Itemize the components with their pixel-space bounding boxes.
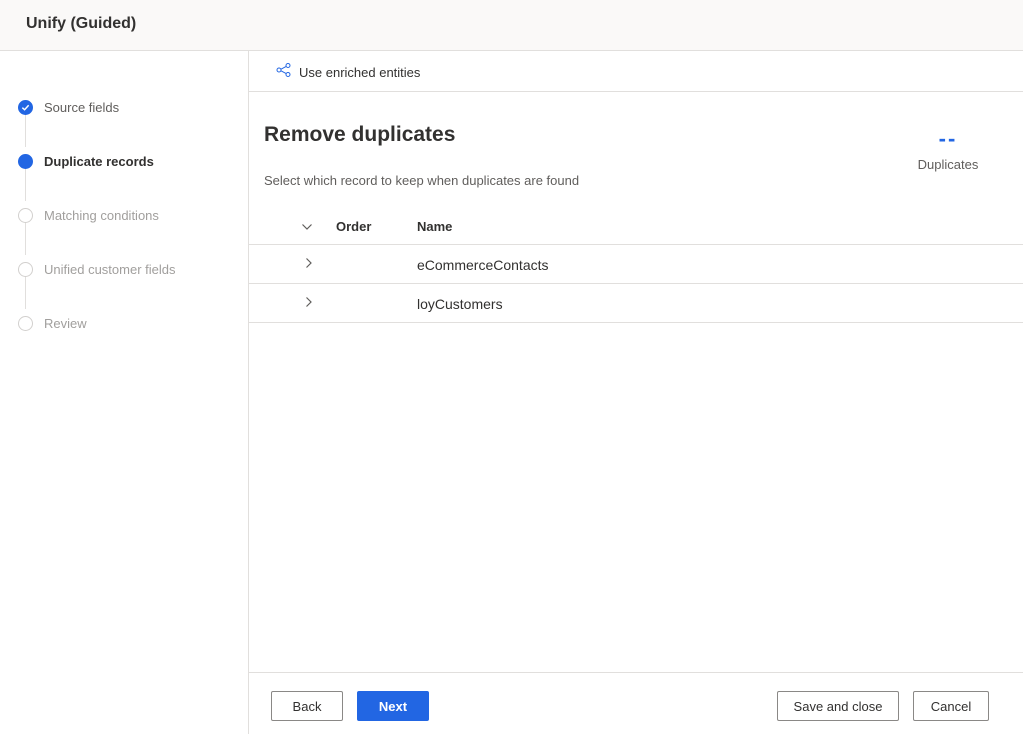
step-unified-customer-fields[interactable]: Unified customer fields bbox=[18, 259, 176, 279]
row-name: loyCustomers bbox=[417, 296, 503, 312]
step-source-fields[interactable]: Source fields bbox=[18, 97, 119, 117]
pending-step-icon bbox=[18, 207, 33, 223]
step-connector bbox=[25, 222, 26, 255]
save-and-close-button[interactable]: Save and close bbox=[777, 691, 899, 721]
step-label: Unified customer fields bbox=[44, 261, 176, 277]
step-duplicate-records[interactable]: Duplicate records bbox=[18, 151, 154, 171]
step-navigation: Source fields Duplicate records Matching… bbox=[0, 51, 249, 734]
expand-row-chevron-icon[interactable] bbox=[302, 295, 318, 311]
current-step-icon bbox=[18, 153, 33, 169]
column-header-name[interactable]: Name bbox=[417, 219, 452, 234]
step-label: Source fields bbox=[44, 99, 120, 115]
table-row[interactable]: loyCustomers bbox=[249, 284, 1023, 323]
step-matching-conditions[interactable]: Matching conditions bbox=[18, 205, 159, 225]
duplicates-metric: -- Duplicates bbox=[904, 126, 992, 173]
back-button[interactable]: Back bbox=[271, 691, 343, 721]
duplicates-count: -- bbox=[938, 126, 958, 151]
row-name: eCommerceContacts bbox=[417, 257, 549, 273]
collapse-all-chevron-icon[interactable] bbox=[300, 220, 316, 236]
command-bar: Use enriched entities bbox=[249, 51, 1023, 92]
app-title: Unify (Guided) bbox=[26, 15, 137, 32]
pending-step-icon bbox=[18, 261, 33, 277]
footer-actions: Back Next Save and close Cancel bbox=[249, 672, 1023, 734]
use-enriched-entities-label: Use enriched entities bbox=[299, 64, 421, 80]
pending-step-icon bbox=[18, 315, 33, 331]
expand-row-chevron-icon[interactable] bbox=[302, 256, 318, 272]
duplicates-label: Duplicates bbox=[917, 157, 979, 172]
column-header-order[interactable]: Order bbox=[336, 219, 371, 234]
next-button[interactable]: Next bbox=[357, 691, 429, 721]
step-review[interactable]: Review bbox=[18, 313, 87, 333]
step-label: Matching conditions bbox=[44, 207, 159, 223]
app-header: Unify (Guided) bbox=[0, 0, 1023, 51]
step-connector bbox=[25, 114, 26, 147]
checkmark-icon bbox=[18, 99, 33, 115]
table-row[interactable]: eCommerceContacts bbox=[249, 245, 1023, 284]
step-connector bbox=[25, 168, 26, 201]
main-content: Use enriched entities Remove duplicates … bbox=[249, 51, 1023, 734]
step-label: Duplicate records bbox=[44, 153, 154, 169]
step-label: Review bbox=[44, 315, 87, 331]
grid-header: Order Name bbox=[249, 211, 1023, 245]
step-connector bbox=[25, 276, 26, 309]
share-nodes-icon bbox=[276, 62, 292, 83]
page-title: Remove duplicates bbox=[264, 123, 456, 146]
page-description: Select which record to keep when duplica… bbox=[264, 173, 580, 188]
use-enriched-entities-button[interactable]: Use enriched entities bbox=[276, 62, 420, 82]
cancel-button[interactable]: Cancel bbox=[913, 691, 989, 721]
